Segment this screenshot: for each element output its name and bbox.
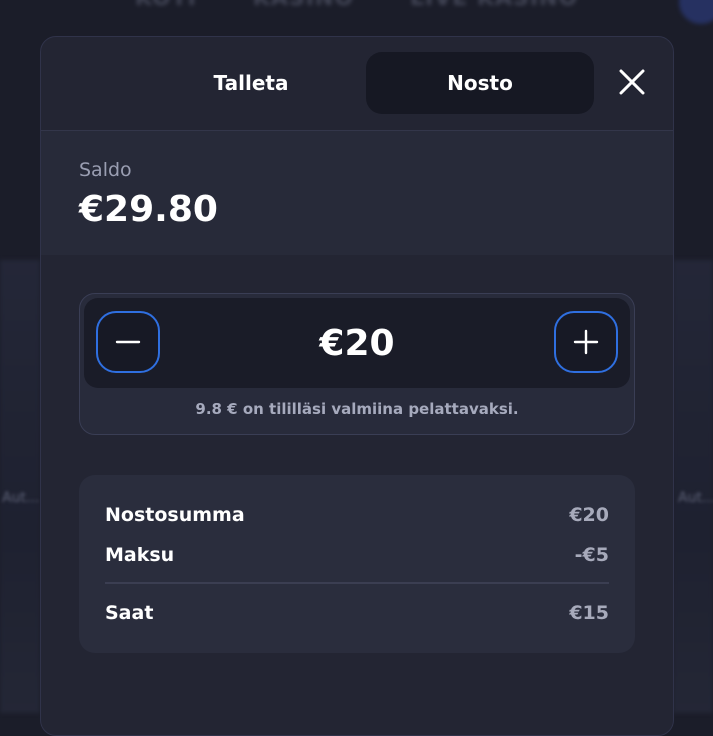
summary-value: -€5	[574, 544, 609, 566]
tab-deposit[interactable]: Talleta	[137, 52, 365, 114]
summary-row-amount: Nostosumma €20	[105, 501, 609, 529]
minus-icon	[115, 340, 141, 344]
summary-value: €20	[569, 504, 609, 526]
balance-label: Saldo	[79, 159, 132, 181]
background-side-left	[0, 260, 40, 713]
summary-value: €15	[569, 602, 609, 624]
bg-nav-item: LIVE KASINO	[410, 0, 578, 26]
withdraw-summary: Nostosumma €20 Maksu -€5 Saat €15	[79, 475, 635, 653]
close-button[interactable]	[615, 65, 649, 99]
background-side-right	[673, 260, 713, 713]
summary-row-fee: Maksu -€5	[105, 541, 609, 569]
summary-label: Maksu	[105, 544, 175, 566]
bg-nav-item: KASINO	[253, 0, 354, 26]
amount-value[interactable]: €20	[234, 298, 480, 388]
tab-withdraw[interactable]: Nosto	[366, 52, 594, 114]
summary-label: Nostosumma	[105, 504, 245, 526]
summary-divider	[105, 582, 609, 584]
bg-side-left-text: Aut...	[2, 490, 40, 506]
amount-card: €20 9.8 € on tililläsi valmiina pelattav…	[79, 293, 635, 435]
balance-value: €29.80	[79, 189, 218, 230]
plus-icon	[573, 329, 599, 355]
balance-section: Saldo €29.80	[41, 131, 673, 255]
summary-label: Saat	[105, 602, 154, 624]
summary-row-receive: Saat €15	[105, 599, 609, 627]
amount-stepper: €20	[84, 298, 630, 388]
withdraw-modal: Talleta Nosto Saldo €29.80 €20 9.8 € on …	[40, 36, 674, 736]
bg-side-right-text: Aut...	[678, 490, 713, 506]
increase-amount-button[interactable]	[554, 311, 618, 373]
available-balance-hint: 9.8 € on tililläsi valmiina pelattavaksi…	[195, 400, 519, 418]
decrease-amount-button[interactable]	[96, 311, 160, 373]
modal-header: Talleta Nosto	[41, 37, 673, 131]
close-icon	[619, 69, 645, 95]
background-nav: KOTI KASINO LIVE KASINO	[0, 0, 713, 26]
bg-nav-item: KOTI	[135, 0, 197, 26]
